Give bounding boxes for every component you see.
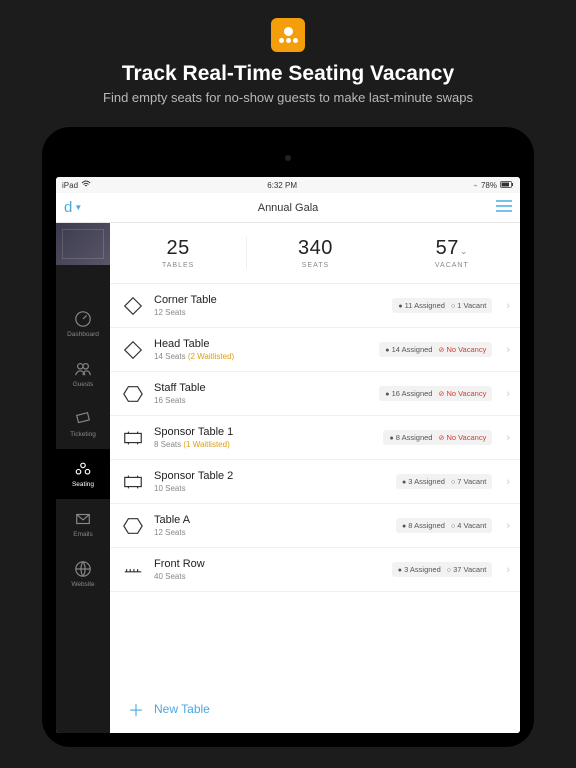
table-seats: 16 Seats — [154, 396, 369, 405]
sidebar-item-label: Emails — [73, 531, 93, 538]
new-table-button[interactable]: ＋ New Table — [110, 685, 520, 733]
chevron-right-icon: › — [506, 388, 510, 400]
globe-icon — [74, 560, 92, 578]
chevron-down-icon: ▼ — [74, 203, 82, 212]
table-name: Sponsor Table 1 — [154, 426, 373, 438]
table-shape-icon — [122, 559, 144, 581]
device-frame: iPad 6:32 PM ⌁ 78% d▼ Annual Gala — [42, 127, 534, 747]
table-row[interactable]: Head Table 14 Seats (2 Waitlisted) ● 14 … — [110, 328, 520, 372]
sidebar-item-label: Seating — [72, 481, 94, 488]
stat-label: VACANT — [384, 262, 520, 269]
table-name: Front Row — [154, 558, 382, 570]
gauge-icon — [74, 310, 92, 328]
table-list[interactable]: Corner Table 12 Seats ● 11 Assigned ○ 1 … — [110, 284, 520, 685]
battery-icon — [500, 181, 514, 190]
table-seats: 8 Seats (1 Waitlisted) — [154, 440, 373, 449]
table-status-badge: ● 14 Assigned ⊘ No Vacancy — [379, 342, 492, 357]
chevron-right-icon: › — [506, 476, 510, 488]
table-shape-icon — [122, 427, 144, 449]
chevron-right-icon: › — [506, 300, 510, 312]
status-battery: 78% — [481, 181, 497, 190]
mail-icon — [74, 510, 92, 528]
table-seats: 40 Seats — [154, 572, 382, 581]
table-row[interactable]: Corner Table 12 Seats ● 11 Assigned ○ 1 … — [110, 284, 520, 328]
menu-button[interactable] — [496, 199, 512, 217]
wifi-icon — [81, 180, 91, 190]
stats-row: 25 TABLES 340 SEATS 57⌄ VACANT — [110, 223, 520, 284]
table-shape-icon — [122, 515, 144, 537]
stat-seats: 340 SEATS — [247, 237, 383, 269]
sidebar-item-emails[interactable]: Emails — [56, 499, 110, 549]
sidebar-item-label: Ticketing — [70, 431, 96, 438]
table-name: Table A — [154, 514, 386, 526]
chevron-right-icon: › — [506, 520, 510, 532]
sidebar-item-label: Guests — [73, 381, 94, 388]
table-shape-icon — [122, 383, 144, 405]
chevron-right-icon: › — [506, 344, 510, 356]
table-status-badge: ● 3 Assigned ○ 7 Vacant — [396, 474, 492, 489]
stat-value: 57 — [436, 237, 459, 259]
table-row[interactable]: Sponsor Table 1 8 Seats (1 Waitlisted) ●… — [110, 416, 520, 460]
stat-value: 340 — [247, 237, 383, 260]
sidebar: Dashboard Guests Ticketing Seating Email… — [56, 223, 110, 733]
table-name: Sponsor Table 2 — [154, 470, 386, 482]
new-table-label: New Table — [154, 702, 210, 716]
table-shape-icon — [122, 471, 144, 493]
status-bar: iPad 6:32 PM ⌁ 78% — [56, 177, 520, 193]
table-status-badge: ● 8 Assigned ⊘ No Vacancy — [383, 430, 492, 445]
sidebar-item-ticketing[interactable]: Ticketing — [56, 399, 110, 449]
table-status-badge: ● 11 Assigned ○ 1 Vacant — [392, 298, 492, 313]
app-icon — [271, 18, 305, 52]
status-time: 6:32 PM — [267, 181, 297, 190]
brand-logo: d — [64, 199, 72, 216]
table-row[interactable]: Staff Table 16 Seats ● 16 Assigned ⊘ No … — [110, 372, 520, 416]
table-name: Staff Table — [154, 382, 369, 394]
bluetooth-icon: ⌁ — [473, 181, 478, 190]
table-status-badge: ● 3 Assigned ○ 37 Vacant — [392, 562, 493, 577]
table-seats: 14 Seats (2 Waitlisted) — [154, 352, 369, 361]
status-device: iPad — [62, 181, 78, 190]
seating-icon — [74, 460, 92, 478]
table-status-badge: ● 16 Assigned ⊘ No Vacancy — [379, 386, 492, 401]
table-seats: 10 Seats — [154, 484, 386, 493]
ticket-icon — [74, 410, 92, 428]
chevron-right-icon: › — [506, 432, 510, 444]
hero-subtitle: Find empty seats for no-show guests to m… — [20, 90, 556, 105]
hero-title: Track Real-Time Seating Vacancy — [20, 62, 556, 86]
stat-vacant[interactable]: 57⌄ VACANT — [384, 237, 520, 269]
chevron-down-icon: ⌄ — [460, 246, 468, 256]
sidebar-item-label: Website — [71, 581, 94, 588]
sidebar-item-website[interactable]: Website — [56, 549, 110, 599]
table-row[interactable]: Sponsor Table 2 10 Seats ● 3 Assigned ○ … — [110, 460, 520, 504]
event-image[interactable] — [56, 223, 110, 265]
plus-icon: ＋ — [128, 697, 144, 721]
sidebar-item-dashboard[interactable]: Dashboard — [56, 299, 110, 349]
sidebar-item-label: Dashboard — [67, 331, 99, 338]
stat-label: SEATS — [247, 262, 383, 269]
sidebar-item-seating[interactable]: Seating — [56, 449, 110, 499]
page-title: Annual Gala — [258, 202, 319, 214]
table-name: Head Table — [154, 338, 369, 350]
table-shape-icon — [122, 295, 144, 317]
chevron-right-icon: › — [506, 564, 510, 576]
table-seats: 12 Seats — [154, 308, 382, 317]
users-icon — [74, 360, 92, 378]
sidebar-item-guests[interactable]: Guests — [56, 349, 110, 399]
table-seats: 12 Seats — [154, 528, 386, 537]
nav-bar: d▼ Annual Gala — [56, 193, 520, 223]
table-status-badge: ● 8 Assigned ○ 4 Vacant — [396, 518, 492, 533]
stat-tables: 25 TABLES — [110, 237, 247, 269]
stat-value: 25 — [110, 237, 246, 260]
table-row[interactable]: Table A 12 Seats ● 8 Assigned ○ 4 Vacant… — [110, 504, 520, 548]
brand-menu[interactable]: d▼ — [64, 199, 82, 216]
table-name: Corner Table — [154, 294, 382, 306]
table-shape-icon — [122, 339, 144, 361]
table-row[interactable]: Front Row 40 Seats ● 3 Assigned ○ 37 Vac… — [110, 548, 520, 592]
stat-label: TABLES — [110, 262, 246, 269]
